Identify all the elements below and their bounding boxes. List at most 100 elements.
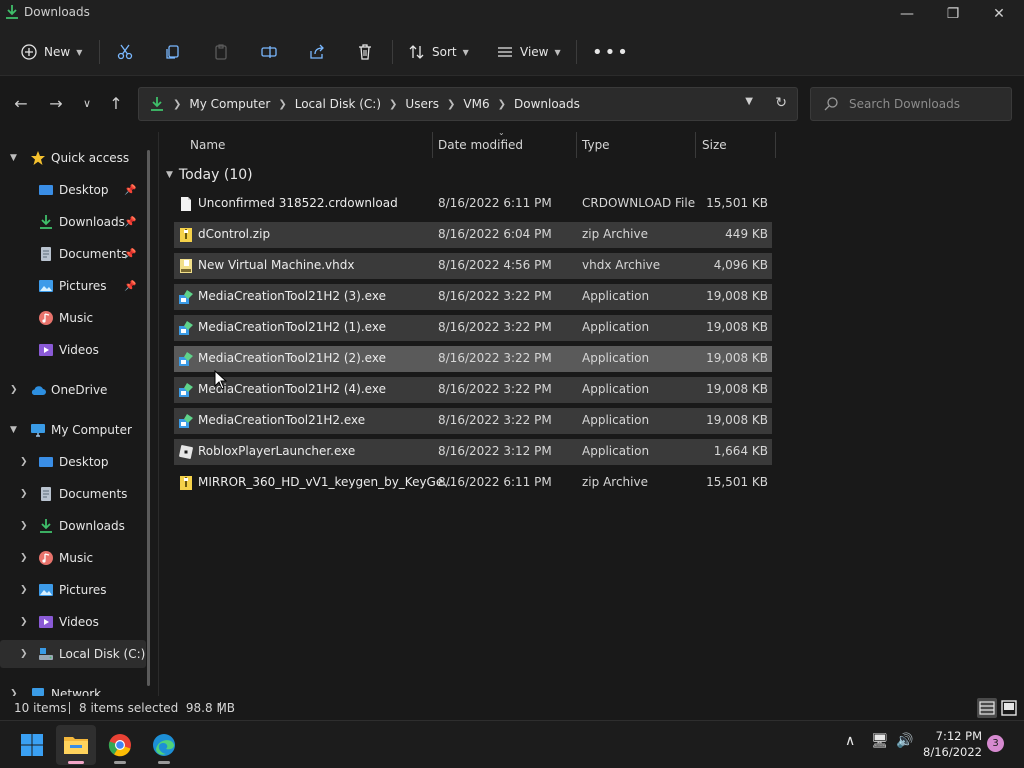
system-clock[interactable]: 7:12 PM 8/16/2022 <box>922 728 982 760</box>
nav-label: Quick access <box>51 151 130 165</box>
breadcrumb-downloads[interactable]: Downloads <box>514 97 580 111</box>
file-row[interactable]: MIRROR_360_HD_vV1_keygen_by_KeyGe... 8/16… <box>174 470 772 496</box>
nav-quick-pictures[interactable]: Pictures 📌 <box>0 272 146 300</box>
forward-button[interactable]: → <box>44 94 68 114</box>
network-tray-icon[interactable]: 🖥 <box>871 733 889 749</box>
view-label: View <box>520 45 549 59</box>
column-header-type[interactable]: Type <box>582 132 610 158</box>
details-view-icon <box>979 701 995 715</box>
volume-icon[interactable]: 🔊 <box>896 733 913 749</box>
file-name: MediaCreationTool21H2.exe <box>198 413 366 427</box>
nav-quick-access[interactable]: ▼ Quick access <box>0 144 146 172</box>
search-box[interactable] <box>810 87 1012 121</box>
divider <box>392 40 393 64</box>
sort-button[interactable]: Sort ▼ <box>408 36 469 68</box>
file-type: vhdx Archive <box>582 258 661 272</box>
nav-label: Local Disk (C:) <box>59 647 146 661</box>
new-button[interactable]: New ▼ <box>20 36 82 68</box>
column-divider[interactable] <box>695 132 696 158</box>
pane-divider[interactable] <box>158 132 159 696</box>
nav-quick-music[interactable]: Music <box>0 304 146 332</box>
close-button[interactable]: ✕ <box>976 0 1022 28</box>
breadcrumb-local-disk[interactable]: Local Disk (C:) <box>295 97 381 111</box>
notification-badge[interactable]: 3 <box>987 735 1004 752</box>
file-type: Application <box>582 413 650 427</box>
nav-my-computer[interactable]: ▼ My Computer <box>0 416 146 444</box>
delete-button[interactable] <box>356 36 374 68</box>
file-row[interactable]: New Virtual Machine.vhdx 8/16/2022 4:56 P… <box>174 253 772 279</box>
breadcrumb-users[interactable]: Users <box>405 97 439 111</box>
column-divider[interactable] <box>775 132 776 158</box>
search-input[interactable] <box>849 97 1009 111</box>
file-size: 15,501 KB <box>706 196 768 210</box>
file-row[interactable]: MediaCreationTool21H2 (3).exe 8/16/2022 3… <box>174 284 772 310</box>
file-row[interactable]: RobloxPlayerLauncher.exe 8/16/2022 3:12 P… <box>174 439 772 465</box>
column-header-name[interactable]: Name <box>190 132 225 158</box>
view-button[interactable]: View ▼ <box>496 36 561 68</box>
nav-quick-videos[interactable]: Videos <box>0 336 146 364</box>
nav-label: Desktop <box>59 455 109 469</box>
nav-quick-desktop[interactable]: Desktop 📌 <box>0 176 146 204</box>
taskbar-chrome[interactable] <box>100 725 140 765</box>
file-row[interactable]: dControl.zip 8/16/2022 6:04 PM zip Archive… <box>174 222 772 248</box>
downloads-folder-icon <box>40 215 52 229</box>
show-hidden-icons-button[interactable]: ∧ <box>845 733 855 749</box>
breadcrumb-my-computer[interactable]: My Computer <box>189 97 270 111</box>
divider <box>220 702 221 714</box>
music-icon <box>39 551 53 565</box>
file-type: Application <box>582 444 650 458</box>
large-icons-view-button[interactable] <box>999 698 1019 718</box>
column-divider[interactable] <box>576 132 577 158</box>
cut-button[interactable] <box>116 36 134 68</box>
nav-pc-documents[interactable]: ❯ Documents <box>0 480 146 508</box>
file-row[interactable]: MediaCreationTool21H2.exe 8/16/2022 3:22 … <box>174 408 772 434</box>
nav-pc-downloads[interactable]: ❯ Downloads <box>0 512 146 540</box>
breadcrumb-vm6[interactable]: VM6 <box>463 97 489 111</box>
rename-button[interactable] <box>260 36 278 68</box>
column-header-date[interactable]: Date modified <box>438 132 523 158</box>
nav-pc-local-disk[interactable]: ❯ Local Disk (C:) <box>0 640 146 668</box>
back-button[interactable]: ← <box>9 94 33 114</box>
nav-pc-videos[interactable]: ❯ Videos <box>0 608 146 636</box>
file-row[interactable]: Unconfirmed 318522.crdownload 8/16/2022 6… <box>174 191 772 217</box>
minimize-button[interactable]: — <box>884 0 930 28</box>
file-row[interactable]: MediaCreationTool21H2 (4).exe 8/16/2022 3… <box>174 377 772 403</box>
group-header-today[interactable]: ▼ Today (10) <box>166 164 253 186</box>
edge-icon <box>153 734 175 756</box>
details-view-button[interactable] <box>977 698 997 718</box>
nav-pc-desktop[interactable]: ❯ Desktop <box>0 448 146 476</box>
file-size: 4,096 KB <box>713 258 768 272</box>
pin-icon: 📌 <box>124 248 137 260</box>
windows-logo-icon <box>21 734 43 756</box>
file-name: RobloxPlayerLauncher.exe <box>198 444 356 458</box>
address-bar[interactable]: ❯ My Computer ❯ Local Disk (C:) ❯ Users … <box>138 87 798 121</box>
copy-button[interactable] <box>164 36 182 68</box>
taskbar-file-explorer[interactable] <box>56 725 96 765</box>
file-row[interactable]: MediaCreationTool21H2 (1).exe 8/16/2022 3… <box>174 315 772 341</box>
taskbar-edge[interactable] <box>144 725 184 765</box>
chevron-down-icon: ▼ <box>10 153 17 163</box>
nav-scrollbar[interactable] <box>147 150 150 686</box>
paste-button[interactable] <box>212 36 230 68</box>
nav-onedrive[interactable]: ❯ OneDrive <box>0 376 146 404</box>
up-button[interactable]: ↑ <box>104 94 128 114</box>
share-button[interactable] <box>308 36 326 68</box>
file-size: 19,008 KB <box>706 382 768 396</box>
nav-pc-music[interactable]: ❯ Music <box>0 544 146 572</box>
refresh-icon[interactable]: ↻ <box>775 95 787 111</box>
file-row[interactable]: MediaCreationTool21H2 (2).exe 8/16/2022 3… <box>174 346 772 372</box>
maximize-button[interactable]: ❐ <box>930 0 976 28</box>
group-label: Today (10) <box>178 167 253 183</box>
start-button[interactable] <box>12 725 52 765</box>
address-dropdown-icon[interactable]: ▼ <box>745 96 753 107</box>
column-divider[interactable] <box>432 132 433 158</box>
nav-network[interactable]: ❯ Network <box>0 680 146 696</box>
nav-quick-downloads[interactable]: Downloads 📌 <box>0 208 146 236</box>
music-icon <box>39 311 53 325</box>
nav-quick-documents[interactable]: Documents 📌 <box>0 240 146 268</box>
recent-locations-button[interactable]: ∨ <box>75 94 99 114</box>
column-header-size[interactable]: Size <box>702 132 727 158</box>
file-size: 19,008 KB <box>706 413 768 427</box>
nav-pc-pictures[interactable]: ❯ Pictures <box>0 576 146 604</box>
more-options-button[interactable]: ••• <box>592 36 630 68</box>
